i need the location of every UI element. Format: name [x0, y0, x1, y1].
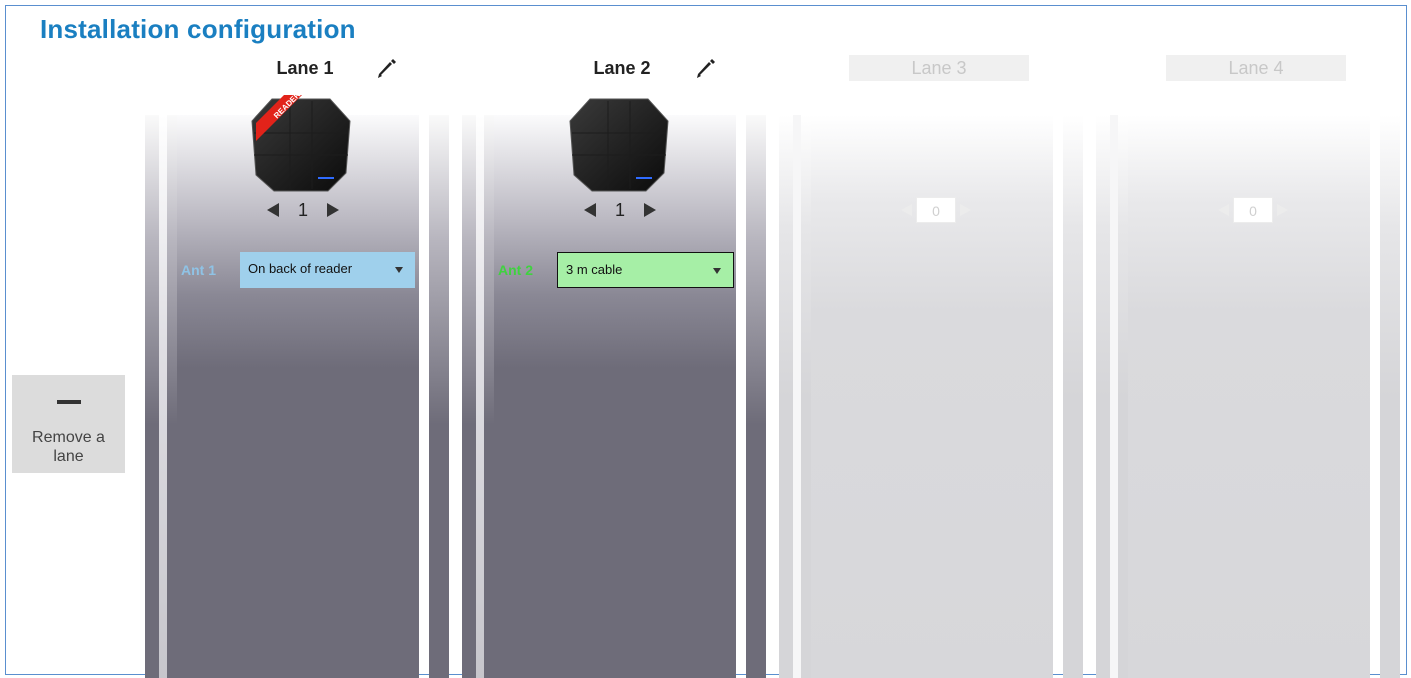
- lane-1-antenna-value: On back of reader: [248, 261, 353, 276]
- lane-1-antenna-label: Ant 1: [181, 262, 216, 278]
- lane-3: Lane 3 0: [779, 0, 1099, 678]
- lane-rail-gap: [159, 115, 167, 678]
- lane-4-title: Lane 4: [1166, 55, 1346, 81]
- lane-2-antenna-label: Ant 2: [498, 262, 533, 278]
- right-arrow-icon[interactable]: [1273, 197, 1293, 223]
- lane-2-reader-stepper: 1: [580, 197, 660, 223]
- left-arrow-icon[interactable]: [263, 197, 283, 223]
- lane-rail-right: [1063, 115, 1083, 678]
- lane-4: Lane 4 0: [1096, 0, 1411, 678]
- lane-4-reader-stepper: 0: [1213, 197, 1293, 223]
- pencil-icon[interactable]: [693, 54, 717, 80]
- lane-3-reader-count[interactable]: 0: [916, 197, 956, 223]
- lane-1-antenna-select[interactable]: On back of reader: [240, 252, 415, 288]
- remove-lane-label: Remove a lane: [32, 429, 105, 465]
- lane-1: Lane 1 READER 1 Ant 1 On back of reader: [145, 0, 465, 678]
- lane-rail-gap: [793, 115, 801, 678]
- lane-2-antenna-value: 3 m cable: [566, 262, 623, 277]
- reader-device-icon: [569, 98, 669, 192]
- lane-rail-right: [746, 115, 766, 678]
- dropdown-caret-icon: [713, 268, 721, 274]
- lane-1-reader-count: 1: [297, 200, 308, 220]
- dropdown-caret-icon: [395, 267, 403, 273]
- remove-lane-button[interactable]: Remove a lane: [12, 375, 125, 473]
- left-arrow-icon[interactable]: [1213, 197, 1233, 223]
- lane-rail-gap: [476, 115, 484, 678]
- lane-2: Lane 2 1 Ant 2 3 m cable: [462, 0, 782, 678]
- pencil-icon[interactable]: [374, 54, 398, 80]
- lane-rail-right: [429, 115, 449, 678]
- left-arrow-icon[interactable]: [896, 197, 916, 223]
- left-arrow-icon[interactable]: [580, 197, 600, 223]
- reader-device-icon: READER: [251, 93, 351, 192]
- lane-3-title: Lane 3: [849, 55, 1029, 81]
- lane-1-title: Lane 1: [276, 58, 334, 78]
- minus-icon: [57, 400, 81, 404]
- lane-2-title: Lane 2: [593, 58, 651, 78]
- right-arrow-icon[interactable]: [323, 197, 343, 223]
- lane-rail-gap: [1110, 115, 1118, 678]
- lane-2-reader-count: 1: [614, 200, 625, 220]
- lane-1-reader-stepper: 1: [263, 197, 343, 223]
- lane-rail-right: [1380, 115, 1400, 678]
- lane-4-reader-count[interactable]: 0: [1233, 197, 1273, 223]
- lane-2-antenna-select[interactable]: 3 m cable: [557, 252, 734, 288]
- right-arrow-icon[interactable]: [956, 197, 976, 223]
- right-arrow-icon[interactable]: [640, 197, 660, 223]
- lane-3-reader-stepper: 0: [896, 197, 976, 223]
